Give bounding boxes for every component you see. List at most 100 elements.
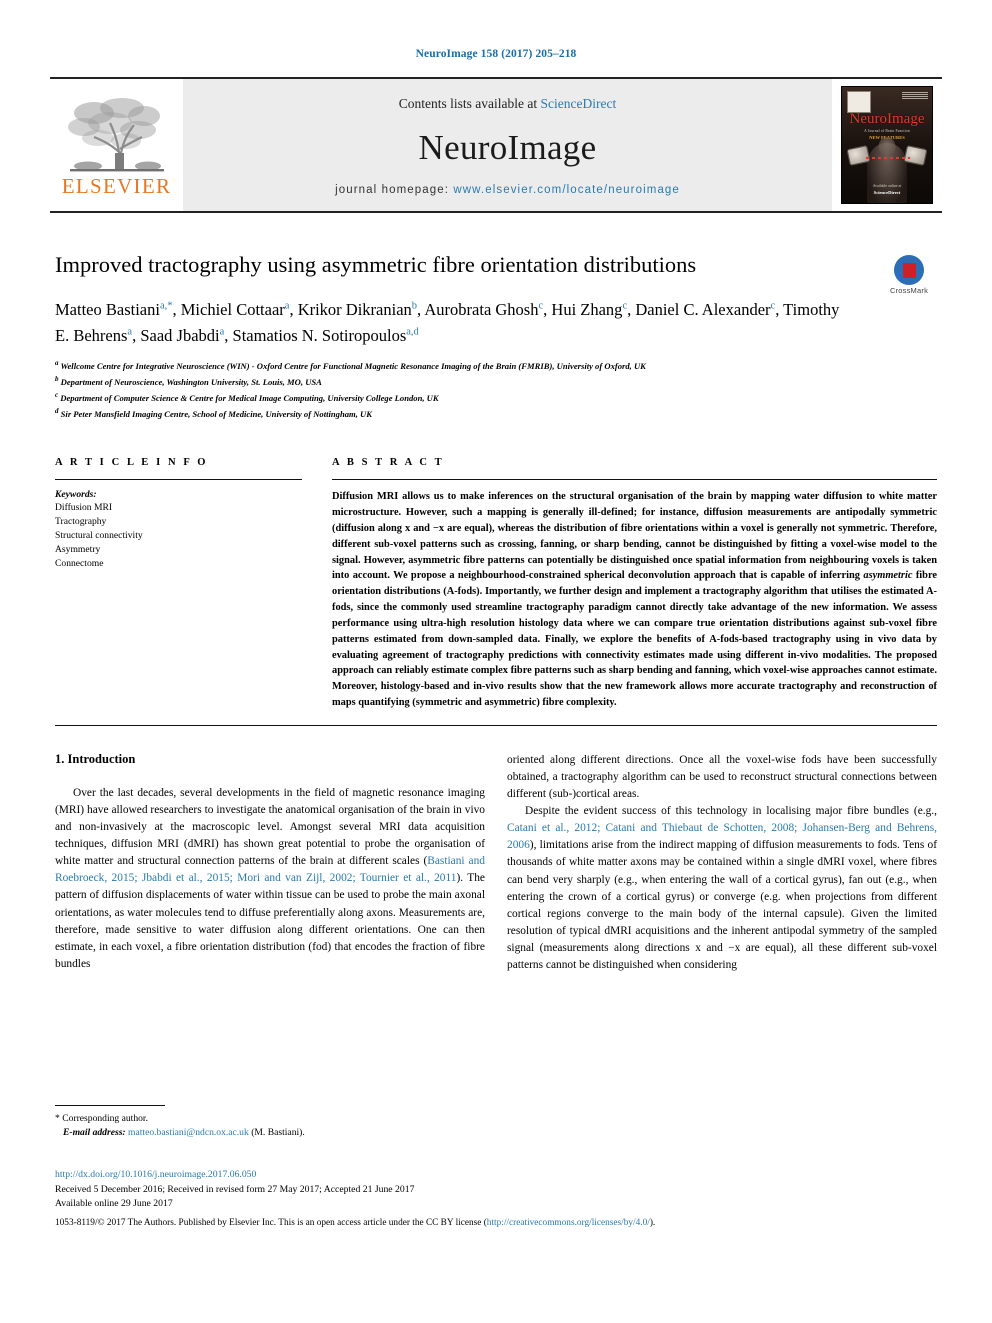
email-label: E-mail address:	[63, 1127, 126, 1139]
article-info-heading: A R T I C L E I N F O	[55, 457, 209, 469]
author-name: Hui Zhang	[551, 300, 623, 320]
license-link[interactable]: http://creativecommons.org/licenses/by/4…	[487, 1218, 650, 1228]
copyright-line: 1053-8119/© 2017 The Authors. Published …	[55, 1216, 945, 1230]
cover-title: NeuroImage	[849, 111, 925, 127]
elsevier-wordmark: ELSEVIER	[61, 174, 172, 198]
keywords-label: Keywords:	[55, 489, 97, 501]
abstract-rule	[332, 479, 937, 481]
journal-homepage-line: journal homepage: www.elsevier.com/locat…	[335, 184, 680, 196]
doi-link[interactable]: http://dx.doi.org/10.1016/j.neuroimage.2…	[55, 1168, 945, 1183]
author-name: Aurobrata Ghosh	[424, 300, 539, 320]
body-column-right: oriented along different directions. Onc…	[507, 752, 937, 974]
author-affiliation-marker: b	[411, 300, 418, 312]
abstract-bottom-rule	[55, 724, 937, 726]
crossmark-label: CrossMark	[889, 286, 929, 295]
affiliation-list: a Wellcome Centre for Integrative Neuros…	[55, 358, 937, 421]
author-affiliation-marker: a	[284, 300, 290, 312]
abstract-heading: A B S T R A C T	[332, 457, 445, 469]
article-info-column: A R T I C L E I N F O Keywords: Diffusio…	[55, 457, 302, 710]
keyword-item: Structural connectivity	[55, 530, 143, 542]
cover-head-illustration	[878, 137, 896, 156]
affiliation-item: c Department of Computer Science & Centr…	[55, 390, 937, 406]
abstract-column: A B S T R A C T Diffusion MRI allows us …	[332, 457, 937, 710]
author-list: Matteo Bastiania,*, Michiel Cottaara, Kr…	[55, 300, 840, 345]
keyword-item: Connectome	[55, 558, 104, 569]
cover-footer-line2: ScienceDirect	[873, 190, 901, 196]
corresponding-author-marker[interactable]: *	[167, 301, 172, 312]
title-block: CrossMark Improved tractography using as…	[55, 251, 937, 421]
crossmark-icon	[894, 255, 924, 285]
available-online: Available online 29 June 2017	[55, 1198, 173, 1210]
intro-left-text-b: ). The pattern of diffusion displacement…	[55, 872, 485, 970]
affiliation-text: Department of Computer Science & Centre …	[58, 392, 439, 403]
contents-available-line: Contents lists available at ScienceDirec…	[399, 96, 616, 112]
elsevier-tree-icon	[67, 98, 164, 172]
author-name: Daniel C. Alexander	[635, 300, 771, 320]
submission-history: Received 5 December 2016; Received in re…	[55, 1183, 415, 1195]
crossmark-inner-shape	[902, 262, 916, 278]
abstract-text: Diffusion MRI allows us to make inferenc…	[332, 489, 937, 710]
email-suffix: (M. Bastiani).	[251, 1127, 305, 1139]
cover-connection-line	[866, 157, 910, 159]
copyright-text-pre: 1053-8119/© 2017 The Authors. Published …	[55, 1218, 487, 1229]
footnote-rule	[55, 1105, 165, 1106]
author-affiliation-marker: c	[770, 300, 776, 312]
author-name: Krikor Dikranian	[297, 300, 412, 320]
page-title: Improved tractography using asymmetric f…	[55, 252, 697, 277]
intro-paragraph-right-2: Despite the evident success of this tech…	[507, 803, 937, 974]
section-heading-introduction: 1. Introduction	[55, 751, 136, 766]
affiliation-text: Department of Neuroscience, Washington U…	[58, 376, 322, 387]
author-name: Matteo Bastiani	[55, 300, 160, 320]
intro-paragraph-left: Over the last decades, several developme…	[55, 785, 485, 973]
keywords-list: Diffusion MRI Tractography Structural conn…	[55, 501, 302, 571]
homepage-label: journal homepage:	[335, 184, 450, 196]
article-page: NeuroImage 158 (2017) 205–218 ELSEVIER C…	[0, 0, 992, 1323]
abstract-part-2: fibre orientation distributions (A-fods)…	[332, 570, 937, 708]
intro-paragraph-right-1: oriented along different directions. Onc…	[507, 753, 937, 800]
running-head: NeuroImage 158 (2017) 205–218	[415, 48, 577, 60]
intro-right-text-a: Despite the evident success of this tech…	[525, 805, 937, 818]
cover-subtitle: A Journal of Brain Function	[864, 129, 910, 133]
page-footer: http://dx.doi.org/10.1016/j.neuroimage.2…	[55, 1168, 945, 1230]
author-affiliation-marker: a	[127, 326, 133, 338]
corresponding-author-line: * Corresponding author.	[55, 1113, 148, 1124]
publisher-logo[interactable]: ELSEVIER	[50, 79, 183, 211]
keyword-item: Asymmetry	[55, 544, 101, 556]
affiliation-item: d Sir Peter Mansfield Imaging Centre, Sc…	[55, 406, 937, 422]
copyright-text-post: ).	[649, 1218, 656, 1229]
affiliation-text: Sir Peter Mansfield Imaging Centre, Scho…	[58, 408, 372, 419]
crossmark-badge[interactable]: CrossMark	[881, 255, 937, 299]
abstract-italic-term: asymmetric	[863, 570, 913, 582]
sciencedirect-link[interactable]: ScienceDirect	[541, 96, 617, 111]
journal-masthead: ELSEVIER Contents lists available at Sci…	[50, 77, 942, 213]
info-abstract-row: A R T I C L E I N F O Keywords: Diffusio…	[55, 457, 937, 710]
email-link[interactable]: matteo.bastiani@ndcn.ox.ac.uk	[128, 1127, 249, 1138]
affiliation-item: a Wellcome Centre for Integrative Neuros…	[55, 358, 937, 374]
journal-cover-thumbnail: NeuroImage A Journal of Brain Function N…	[841, 86, 933, 204]
cover-footer-line1: Available online at	[872, 184, 902, 189]
homepage-url[interactable]: www.elsevier.com/locate/neuroimage	[453, 184, 680, 196]
abstract-part-1: Diffusion MRI allows us to make inferenc…	[332, 491, 937, 582]
keyword-item: Tractography	[55, 516, 107, 528]
author-name: Saad Jbabdi	[140, 325, 220, 345]
author-affiliation-marker: c	[622, 300, 628, 312]
article-info-rule	[55, 479, 302, 481]
author-affiliation-marker: c	[538, 300, 544, 312]
corresponding-author-footnote: * Corresponding author. E-mail address: …	[55, 1105, 485, 1141]
cover-footer: Available online at ScienceDirect	[842, 184, 932, 197]
masthead-cover-slot: NeuroImage A Journal of Brain Function N…	[832, 79, 942, 211]
author-affiliation-marker: a	[219, 326, 225, 338]
cover-publisher-badge-icon	[847, 91, 871, 113]
intro-right-text-b: ), limitations arise from the indirect m…	[507, 839, 937, 972]
author-name: Stamatios N. Sotiropoulos	[232, 325, 407, 345]
intro-left-text-a: Over the last decades, several developme…	[55, 786, 485, 868]
keyword-item: Diffusion MRI	[55, 502, 113, 514]
body-columns: 1. Introduction Over the last decades, s…	[55, 752, 937, 974]
masthead-center: Contents lists available at ScienceDirec…	[183, 79, 832, 211]
author-affiliation-marker: a,d	[406, 326, 419, 338]
cover-brain-right-icon	[903, 145, 928, 166]
contents-prefix: Contents lists available at	[398, 96, 538, 111]
cover-issue-text-icon	[902, 92, 928, 99]
body-column-left: 1. Introduction Over the last decades, s…	[55, 752, 485, 974]
affiliation-text: Wellcome Centre for Integrative Neurosci…	[58, 361, 646, 372]
